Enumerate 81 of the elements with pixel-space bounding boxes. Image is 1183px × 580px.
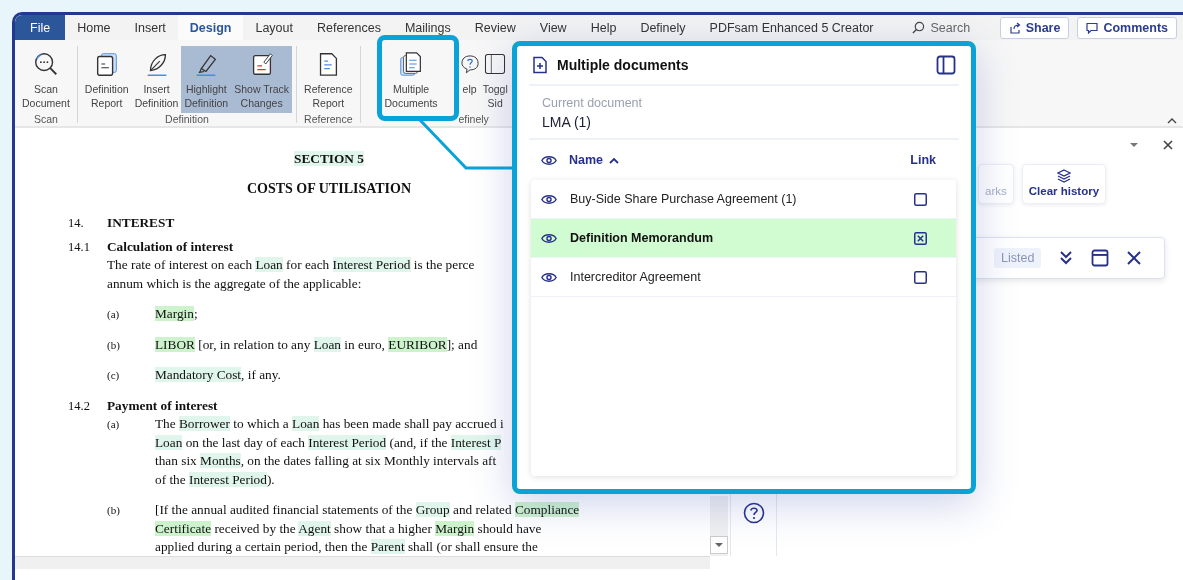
- item-label: (a): [107, 307, 121, 322]
- ribbon-button[interactable]: Multiple Documents: [383, 46, 439, 113]
- section-title: COSTS OF UTILISATION: [246, 179, 412, 198]
- search-field[interactable]: Search: [930, 20, 991, 35]
- ribbon-tab[interactable]: Layout: [243, 15, 305, 40]
- current-document: LMA (1): [542, 114, 592, 130]
- item-label: (c): [107, 368, 121, 383]
- document-row[interactable]: Intercreditor Agreement: [531, 258, 956, 297]
- group-label: Definition: [165, 113, 209, 125]
- collapse-icon[interactable]: [1167, 117, 1177, 124]
- ribbon-tab[interactable]: Definely: [628, 15, 698, 40]
- clause-number: 14.2: [68, 397, 91, 415]
- paragraph: The rate of interest on each Loan for each Interest Period is the perce annum which is the aggregate of the applicable:: [107, 256, 475, 293]
- checkbox[interactable]: [914, 231, 927, 245]
- field-label: Current document: [542, 96, 644, 110]
- eye-icon[interactable]: [541, 154, 557, 166]
- paragraph: [If the annual audited financial statements of the Group and related Compliance Certificate received by the Agent show that a higher Margin should have applied during a certain period, then the Parent shall (or shall ensure the: [155, 501, 580, 556]
- ribbon-tab[interactable]: Help: [578, 15, 629, 40]
- ribbon-button[interactable]: Reference Report: [301, 46, 356, 113]
- vertical-scrollbar[interactable]: [710, 496, 728, 556]
- file-tab[interactable]: File: [15, 15, 66, 40]
- ribbon-button[interactable]: Highlight Definition: [181, 46, 232, 113]
- item-label: (b): [107, 337, 121, 353]
- ribbon-tab[interactable]: Design: [177, 15, 244, 40]
- ribbon-tab[interactable]: Home: [65, 15, 123, 40]
- section-heading: SECTION 5: [294, 150, 364, 168]
- panel-title: Multiple documents: [557, 57, 689, 73]
- paragraph: The Borrower to which a Loan has been made shall pay accrued i Loan on the last day of each Interest Period (and, if the Interest P than six Months, on the dates falling at six Monthly intervals aft of the Interest Period).: [155, 415, 504, 489]
- eye-icon[interactable]: [541, 193, 557, 205]
- clause-number: 14.1: [68, 238, 91, 256]
- paragraph: Margin;: [155, 305, 198, 323]
- eye-icon[interactable]: [541, 232, 557, 244]
- ribbon-button[interactable]: Scan Document: [19, 46, 73, 113]
- sort-up-icon: [609, 156, 620, 164]
- ribbon-tab[interactable]: PDFsam Enhanced 5 Creator: [697, 15, 886, 40]
- group-label: Scan: [33, 113, 58, 125]
- ribbon-tab[interactable]: References: [305, 15, 393, 40]
- horizontal-scrollbar[interactable]: [15, 556, 710, 569]
- scroll-down-icon[interactable]: [710, 536, 728, 554]
- ribbon-tab[interactable]: View: [527, 15, 579, 40]
- close-icon[interactable]: [1163, 140, 1173, 150]
- status-chip: Listed: [994, 248, 1042, 268]
- panel-icon: [484, 53, 507, 75]
- group-label: efinely: [458, 113, 489, 125]
- dropdown-caret-icon[interactable]: [1129, 140, 1139, 150]
- item-label: (b): [107, 503, 121, 518]
- file-plus-icon: [531, 56, 549, 74]
- comment-icon: [1086, 21, 1099, 34]
- clause-heading: INTEREST: [107, 214, 175, 232]
- share-button[interactable]: Share: [999, 16, 1070, 39]
- paragraph: Mandatory Cost, if any.: [155, 366, 281, 384]
- group-label: Reference: [304, 113, 353, 125]
- checkbox[interactable]: [914, 192, 927, 206]
- column-header: Link: [910, 153, 936, 167]
- ribbon-button[interactable]: Toggl Sid: [481, 46, 509, 113]
- column-header[interactable]: Name: [569, 153, 620, 167]
- comments-button[interactable]: Comments: [1077, 16, 1177, 39]
- layers-icon: [1056, 169, 1071, 183]
- pane-button[interactable]: Clear history: [1021, 164, 1107, 204]
- ribbon-button[interactable]: Show Track Changes: [231, 46, 293, 113]
- clause-heading: Calculation of interest: [107, 237, 234, 256]
- clause-number: 14.: [68, 215, 85, 232]
- eye-icon[interactable]: [541, 271, 557, 283]
- ribbon-button[interactable]: Definition Report: [81, 46, 132, 113]
- window-icon[interactable]: [1091, 249, 1110, 267]
- ribbon-button[interactable]: elp: [457, 46, 482, 99]
- search-icon: [911, 21, 925, 34]
- checkbox[interactable]: [914, 270, 927, 284]
- document-row[interactable]: Definition Memorandum: [531, 219, 956, 258]
- sidebar-icon[interactable]: [936, 55, 956, 75]
- close-icon[interactable]: [1125, 249, 1144, 267]
- share-icon: [1008, 21, 1021, 34]
- help-icon[interactable]: [742, 502, 765, 524]
- ribbon-button[interactable]: Insert Definition: [131, 46, 182, 113]
- clause-heading: Payment of interest: [107, 396, 218, 415]
- paragraph: LIBOR [or, in relation to any Loan in euro, EURIBOR]; and: [155, 335, 478, 354]
- ribbon-tab[interactable]: Review: [462, 15, 528, 40]
- item-label: (a): [107, 417, 121, 432]
- help-icon: [458, 53, 481, 75]
- ribbon-tab[interactable]: Mailings: [392, 15, 463, 40]
- ribbon-tab[interactable]: Insert: [122, 15, 178, 40]
